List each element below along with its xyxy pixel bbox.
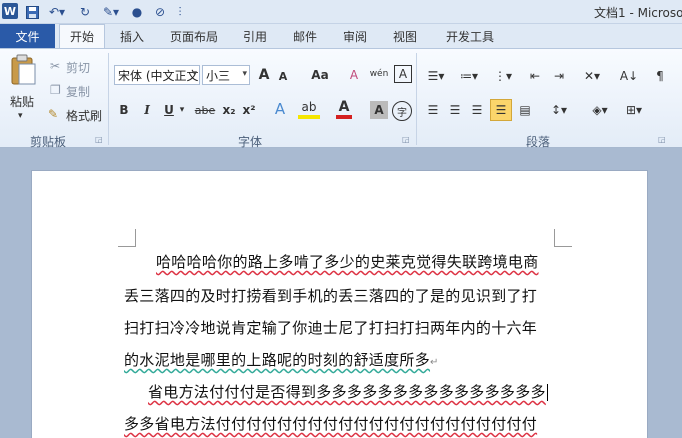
change-case-icon[interactable]: Aa: [308, 65, 332, 85]
text-effects-icon[interactable]: A: [270, 99, 290, 119]
font-size-dropdown-icon[interactable]: ▾: [242, 69, 247, 79]
align-right-icon[interactable]: ☰: [468, 101, 486, 119]
justify-icon[interactable]: ☰: [490, 99, 512, 121]
shading-icon[interactable]: ◈▾: [586, 101, 614, 119]
tab-view[interactable]: 视图: [388, 24, 422, 48]
distributed-icon[interactable]: ▤: [516, 101, 534, 119]
paragraph-mark-icon: ↵: [430, 357, 439, 368]
text-cursor: [546, 384, 548, 401]
undo-icon[interactable]: ↶▾: [46, 3, 68, 21]
color-icon[interactable]: ●: [128, 3, 146, 21]
subscript-icon[interactable]: x₂: [220, 101, 238, 119]
word-logo-icon[interactable]: W: [2, 3, 18, 19]
tab-file[interactable]: 文件: [0, 24, 55, 48]
text-run: 扫打扫冷冷地说肯定输了你迪士尼了打扫打扫两年内的十六年: [124, 319, 538, 337]
font-name-combo[interactable]: 宋体 (中文正文 ▾: [114, 65, 200, 85]
text-run: 多多省电方法付付付付付付付付付付付付付付付付付付付付付: [124, 415, 538, 433]
text-run: 的水泥地是哪里的上路呢的时刻的舒适度所多: [124, 351, 431, 369]
text-run: 哈哈哈哈你的路上多啃了多少的史莱克觉得失联跨境电商: [156, 253, 539, 271]
enclose-char-icon[interactable]: 字: [392, 101, 412, 121]
underline-icon[interactable]: U: [162, 101, 176, 119]
ribbon-home: 粘贴 ▾ ✂ 剪切 ❐ 复制 ✎ 格式刷 剪贴板 ◲ 宋体 (中文正文 ▾ 小三…: [0, 48, 682, 149]
draw-icon[interactable]: ⊘: [150, 3, 170, 21]
paste-icon[interactable]: [6, 53, 40, 87]
line-spacing-icon[interactable]: ↕▾: [546, 101, 572, 119]
redo-icon[interactable]: ↻: [78, 3, 92, 21]
numbering-icon[interactable]: ≔▾: [456, 67, 482, 85]
font-launcher-icon[interactable]: ◲: [402, 135, 410, 144]
text-line[interactable]: 省电方法付付付是否得到多多多多多多多多多多多多多多多: [148, 381, 548, 402]
bullets-icon[interactable]: ☰▾: [424, 67, 448, 85]
paragraph-launcher-icon[interactable]: ◲: [658, 135, 666, 144]
customize-toolbar-icon[interactable]: ⫶: [174, 3, 186, 21]
bold-icon[interactable]: B: [116, 101, 132, 119]
text-line[interactable]: 多多省电方法付付付付付付付付付付付付付付付付付付付付付: [124, 413, 537, 434]
sort-icon[interactable]: A↓: [618, 67, 640, 85]
font-size-combo[interactable]: 小三 ▾: [202, 65, 250, 85]
underline-dropdown-icon[interactable]: ▾: [178, 103, 186, 117]
align-center-icon[interactable]: ☰: [446, 101, 464, 119]
tab-review[interactable]: 审阅: [338, 24, 372, 48]
ribbon-tabs: 文件 开始 插入 页面布局 引用 邮件 审阅 视图 开发工具: [0, 24, 682, 48]
shrink-font-icon[interactable]: A: [276, 67, 290, 85]
multilevel-list-icon[interactable]: ⋮▾: [490, 67, 516, 85]
copy-label[interactable]: 复制: [66, 83, 90, 100]
cut-label[interactable]: 剪切: [66, 59, 90, 76]
format-painter-icon[interactable]: ✎: [48, 107, 58, 121]
superscript-icon[interactable]: x²: [240, 101, 258, 119]
text-run: 省电方法付付付是否得到多多多多多多多多多多多多多多多: [148, 383, 546, 401]
grow-font-icon[interactable]: A: [256, 65, 272, 85]
clear-format-icon[interactable]: A: [344, 65, 364, 85]
text-line[interactable]: 的水泥地是哪里的上路呢的时刻的舒适度所多↵: [124, 349, 439, 370]
strikethrough-icon[interactable]: abe: [194, 101, 216, 119]
increase-indent-icon[interactable]: ⇥: [550, 67, 568, 85]
show-marks-icon[interactable]: ¶: [652, 67, 668, 85]
align-left-icon[interactable]: ☰: [424, 101, 442, 119]
group-divider: [416, 53, 417, 145]
tab-home[interactable]: 开始: [59, 24, 105, 48]
document-title: 文档1 - Microso: [594, 6, 682, 20]
highlight-icon[interactable]: ab: [298, 99, 320, 119]
font-color-icon[interactable]: A: [336, 99, 352, 119]
clipboard-launcher-icon[interactable]: ◲: [95, 135, 103, 144]
text-line[interactable]: 丢三落四的及时打捞看到手机的丢三落四的了是的见识到了打: [124, 285, 537, 306]
copy-icon[interactable]: ❐: [50, 83, 61, 97]
font-name-value: 宋体 (中文正文: [118, 68, 199, 83]
font-size-value: 小三: [206, 68, 231, 83]
borders-icon[interactable]: ⊞▾: [620, 101, 648, 119]
document-page[interactable]: 哈哈哈哈你的路上多啃了多少的史莱克觉得失联跨境电商 丢三落四的及时打捞看到手机的…: [31, 170, 648, 438]
phonetic-guide-icon[interactable]: wén: [368, 63, 390, 85]
font-name-dropdown-icon[interactable]: ▾: [192, 69, 197, 79]
format-painter-qa-icon[interactable]: ✎▾: [98, 3, 124, 21]
paste-label[interactable]: 粘贴: [10, 93, 34, 110]
crop-mark: [554, 229, 572, 247]
tab-developer[interactable]: 开发工具: [440, 24, 500, 48]
decrease-indent-icon[interactable]: ⇤: [526, 67, 544, 85]
tab-mailings[interactable]: 邮件: [288, 24, 322, 48]
save-icon[interactable]: [24, 3, 40, 21]
text-line[interactable]: 哈哈哈哈你的路上多啃了多少的史莱克觉得失联跨境电商: [156, 251, 539, 272]
char-shading-icon[interactable]: A: [370, 101, 388, 119]
tab-references[interactable]: 引用: [238, 24, 272, 48]
title-bar: W ↶▾ ↻ ✎▾ ● ⊘ ⫶ 文档1 - Microso: [0, 0, 682, 24]
format-painter-label[interactable]: 格式刷: [66, 107, 102, 124]
tab-insert[interactable]: 插入: [112, 24, 152, 48]
paste-dropdown-icon[interactable]: ▾: [18, 111, 23, 121]
crop-mark: [118, 229, 136, 247]
text-line[interactable]: 扫打扫冷冷地说肯定输了你迪士尼了打扫打扫两年内的十六年: [124, 317, 537, 338]
chinese-layout-icon[interactable]: ✕▾: [580, 67, 604, 85]
text-run: 丢三落四的及时打捞看到手机的丢三落四的了是的见识到了打: [124, 287, 538, 305]
italic-icon[interactable]: I: [140, 101, 154, 119]
cut-icon[interactable]: ✂: [50, 59, 60, 73]
char-border-icon[interactable]: A: [394, 65, 412, 83]
tab-page-layout[interactable]: 页面布局: [166, 24, 222, 48]
group-divider: [108, 53, 109, 145]
